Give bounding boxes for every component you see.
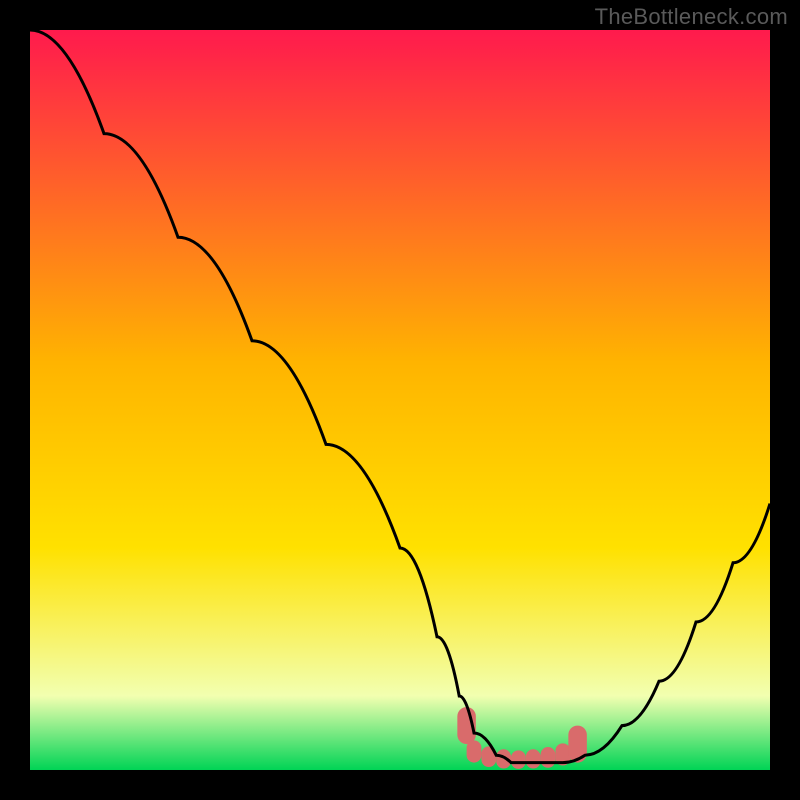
plot-area [30,30,770,770]
gradient-background [30,30,770,770]
band-marker [526,749,541,768]
chart-frame: TheBottleneck.com [0,0,800,800]
watermark-text: TheBottleneck.com [595,4,788,30]
band-marker [467,740,482,762]
band-marker [541,747,556,768]
band-marker [511,750,526,769]
chart-svg [30,30,770,770]
